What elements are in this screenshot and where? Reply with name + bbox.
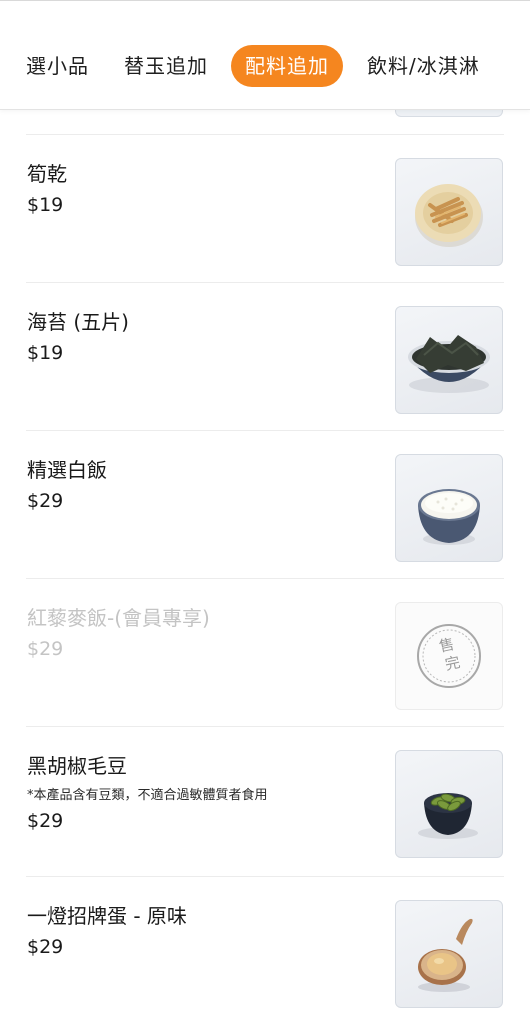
item-name: 黑胡椒毛豆	[27, 754, 127, 778]
item-name: 紅藜麥飯-(會員專享)	[27, 606, 210, 630]
menu-item-seaweed[interactable]: 海苔 (五片) $19	[0, 282, 530, 430]
tab-extra-noodles[interactable]: 替玉追加	[124, 45, 208, 87]
seaweed-bowl-image[interactable]	[395, 306, 503, 414]
item-price: $19	[27, 194, 64, 216]
item-name: 精選白飯	[27, 458, 107, 482]
white-rice-bowl-image[interactable]	[395, 454, 503, 562]
sold-out-label-top: 售	[437, 635, 455, 656]
sold-out-label-bottom: 完	[443, 653, 461, 674]
tab-snacks[interactable]: 選小品	[26, 45, 89, 87]
category-tab-bar: 選小品 替玉追加 配料追加 飲料/冰淇淋	[0, 0, 530, 110]
sold-out-stamp-image: 售 完	[395, 602, 503, 710]
bamboo-shoots-plate-image[interactable]	[395, 158, 503, 266]
menu-item-bamboo-shoots[interactable]: 筍乾 $19	[0, 134, 530, 282]
tab-toppings[interactable]: 配料追加	[231, 45, 343, 87]
item-price: $29	[27, 810, 64, 832]
item-price: $19	[27, 342, 64, 364]
edamame-bowl-image[interactable]	[395, 750, 503, 858]
item-name: 海苔 (五片)	[27, 310, 129, 334]
item-price: $29	[27, 638, 64, 660]
egg-spoon-image[interactable]	[395, 900, 503, 1008]
menu-item-red-quinoa-rice[interactable]: 紅藜麥飯-(會員專享) $29 售 完	[0, 578, 530, 726]
item-name: 一燈招牌蛋 - 原味	[27, 904, 187, 928]
allergy-note: *本產品含有豆類，不適合過敏體質者食用	[27, 788, 268, 803]
item-price: $29	[27, 936, 64, 958]
menu-item-signature-egg[interactable]: 一燈招牌蛋 - 原味 $29	[0, 876, 530, 1024]
menu-item-black-pepper-edamame[interactable]: 黑胡椒毛豆 *本產品含有豆類，不適合過敏體質者食用 $29	[0, 726, 530, 874]
tab-drinks-icecream[interactable]: 飲料/冰淇淋	[367, 45, 480, 87]
menu-item-white-rice[interactable]: 精選白飯 $29	[0, 430, 530, 578]
item-price: $29	[27, 490, 64, 512]
item-name: 筍乾	[27, 162, 67, 186]
